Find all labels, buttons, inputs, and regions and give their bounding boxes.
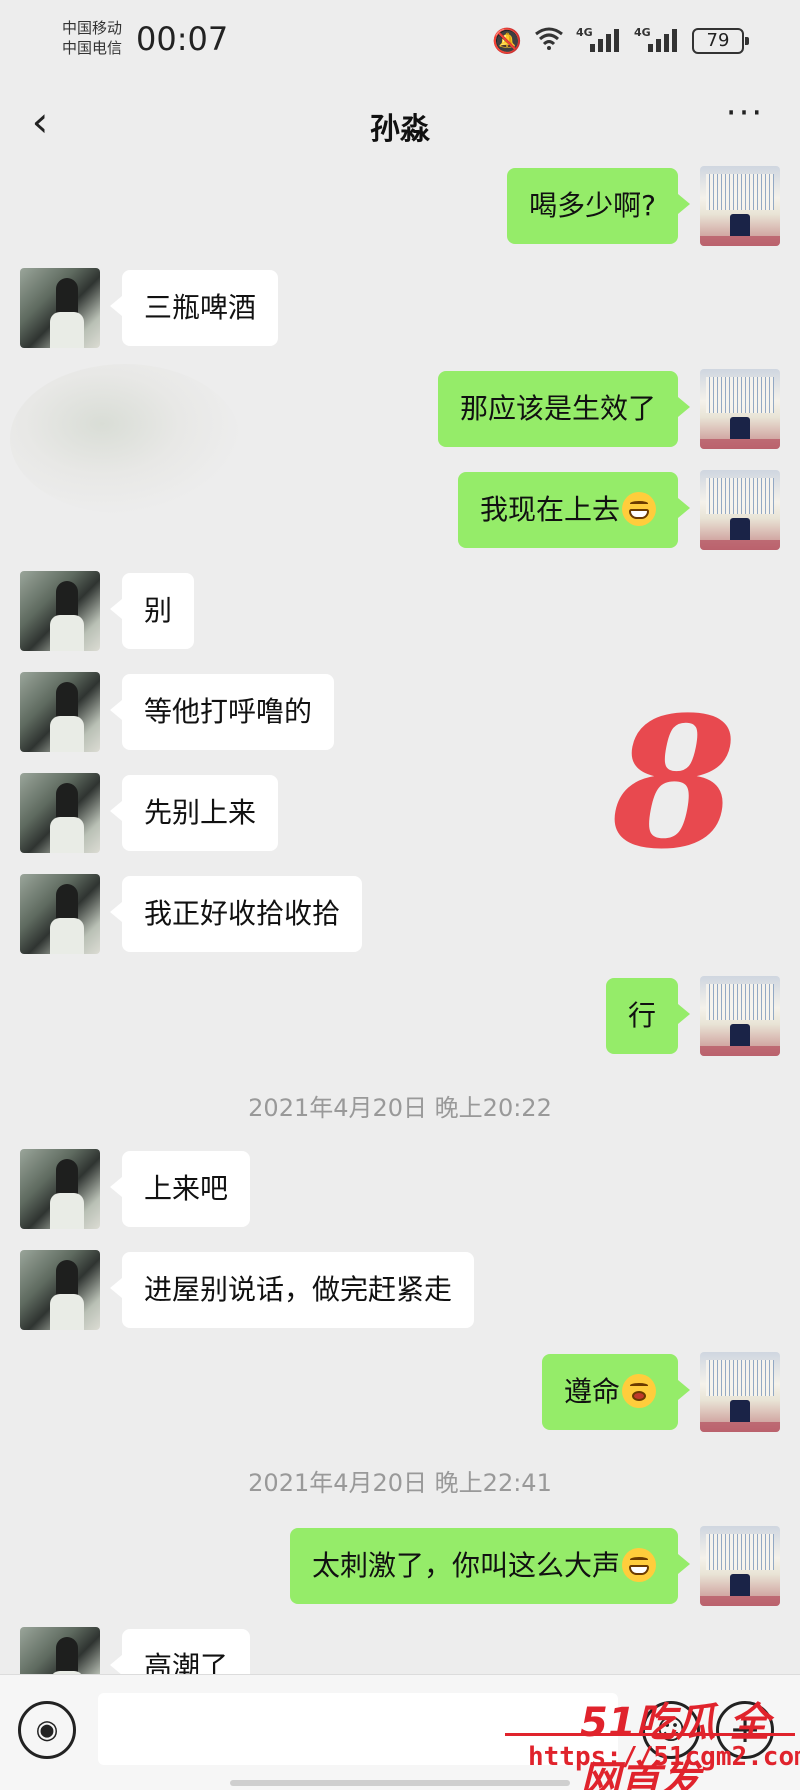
watermark-title: 51吃瓜 全网首发 bbox=[580, 1700, 770, 1790]
avatar-self[interactable] bbox=[700, 1352, 780, 1432]
message-bubble-contact[interactable]: 进屋别说话，做完赶紧走 bbox=[109, 1252, 475, 1328]
message-bubble-contact[interactable]: 别 bbox=[109, 573, 195, 649]
message-row: 进屋别说话，做完赶紧走 bbox=[0, 1250, 800, 1330]
message-bubble-contact[interactable]: 高潮了 bbox=[109, 1629, 251, 1674]
status-icons: 🔕 4G 4G 79 bbox=[492, 26, 749, 56]
home-indicator bbox=[230, 1780, 570, 1786]
status-time: 00:07 bbox=[136, 20, 229, 58]
message-row: 我现在上去 bbox=[0, 470, 800, 550]
avatar-contact[interactable] bbox=[20, 571, 100, 651]
message-bubble-contact[interactable]: 等他打呼噜的 bbox=[109, 674, 335, 750]
carrier-labels: 中国移动 中国电信 bbox=[62, 18, 122, 58]
message-row: 行 bbox=[0, 976, 800, 1056]
message-row: 上来吧 bbox=[0, 1149, 800, 1229]
avatar-self[interactable] bbox=[700, 470, 780, 550]
avatar-contact[interactable] bbox=[20, 1149, 100, 1229]
handwritten-mark: 8 bbox=[612, 678, 738, 889]
watermark-divider bbox=[505, 1733, 795, 1736]
message-bubble-self[interactable]: 遵命 bbox=[541, 1354, 691, 1430]
message-row: 遵命 bbox=[0, 1352, 800, 1432]
message-list[interactable]: 喝多少啊? 三瓶啤酒 那应该是生效了 我现在上去 别 等他打呼噜的 先别上来 我… bbox=[0, 164, 800, 1674]
wifi-icon bbox=[534, 26, 564, 56]
message-bubble-self[interactable]: 喝多少啊? bbox=[507, 168, 690, 244]
avatar-contact[interactable] bbox=[20, 874, 100, 954]
carrier-2: 中国电信 bbox=[62, 39, 123, 57]
status-bar: 中国移动 中国电信 00:07 🔕 4G 4G 79 bbox=[0, 0, 800, 82]
message-bubble-contact[interactable]: 三瓶啤酒 bbox=[109, 270, 279, 346]
message-row: 那应该是生效了 bbox=[0, 369, 800, 449]
message-row: 三瓶啤酒 bbox=[0, 268, 800, 348]
avatar-contact[interactable] bbox=[20, 773, 100, 853]
signal-icon-2: 4G bbox=[634, 26, 680, 54]
message-bubble-self[interactable]: 行 bbox=[605, 978, 691, 1054]
avatar-self[interactable] bbox=[700, 369, 780, 449]
message-row: 太刺激了，你叫这么大声 bbox=[0, 1526, 800, 1606]
avatar-self[interactable] bbox=[700, 166, 780, 246]
message-row: 高潮了 bbox=[0, 1627, 800, 1674]
chat-title: 孙淼 bbox=[370, 112, 430, 147]
avatar-contact[interactable] bbox=[20, 672, 100, 752]
watermark-url: https://51cgm2.com bbox=[528, 1742, 800, 1772]
avatar-contact[interactable] bbox=[20, 1250, 100, 1330]
laugh-cry-emoji-icon bbox=[622, 1548, 656, 1582]
message-bubble-self[interactable]: 我现在上去 bbox=[457, 472, 691, 548]
message-bubble-contact[interactable]: 我正好收拾收拾 bbox=[109, 876, 363, 952]
avatar-self[interactable] bbox=[700, 976, 780, 1056]
timestamp: 2021年4月20日 晚上20:22 bbox=[248, 1094, 552, 1122]
avatar-contact[interactable] bbox=[20, 268, 100, 348]
grin-emoji-icon bbox=[622, 492, 656, 526]
message-row: 别 bbox=[0, 571, 800, 651]
timestamp: 2021年4月20日 晚上22:41 bbox=[248, 1469, 552, 1497]
signal-icon-1: 4G bbox=[576, 26, 622, 54]
avatar-self[interactable] bbox=[700, 1526, 780, 1606]
battery-icon: 79 bbox=[692, 28, 749, 54]
message-bubble-self[interactable]: 那应该是生效了 bbox=[437, 371, 691, 447]
avatar-contact[interactable] bbox=[20, 1627, 100, 1674]
message-bubble-self[interactable]: 太刺激了，你叫这么大声 bbox=[289, 1528, 691, 1604]
message-bubble-contact[interactable]: 上来吧 bbox=[109, 1151, 251, 1227]
voice-input-icon[interactable]: ◉ bbox=[18, 1701, 76, 1759]
carrier-1: 中国移动 bbox=[62, 19, 123, 37]
message-bubble-contact[interactable]: 先别上来 bbox=[109, 775, 279, 851]
chat-header: ‹ 孙淼 ··· bbox=[0, 82, 800, 164]
more-options-icon[interactable]: ··· bbox=[720, 96, 770, 142]
drool-emoji-icon bbox=[622, 1374, 656, 1408]
mute-bell-icon: 🔕 bbox=[492, 27, 522, 55]
message-row: 喝多少啊? bbox=[0, 166, 800, 246]
